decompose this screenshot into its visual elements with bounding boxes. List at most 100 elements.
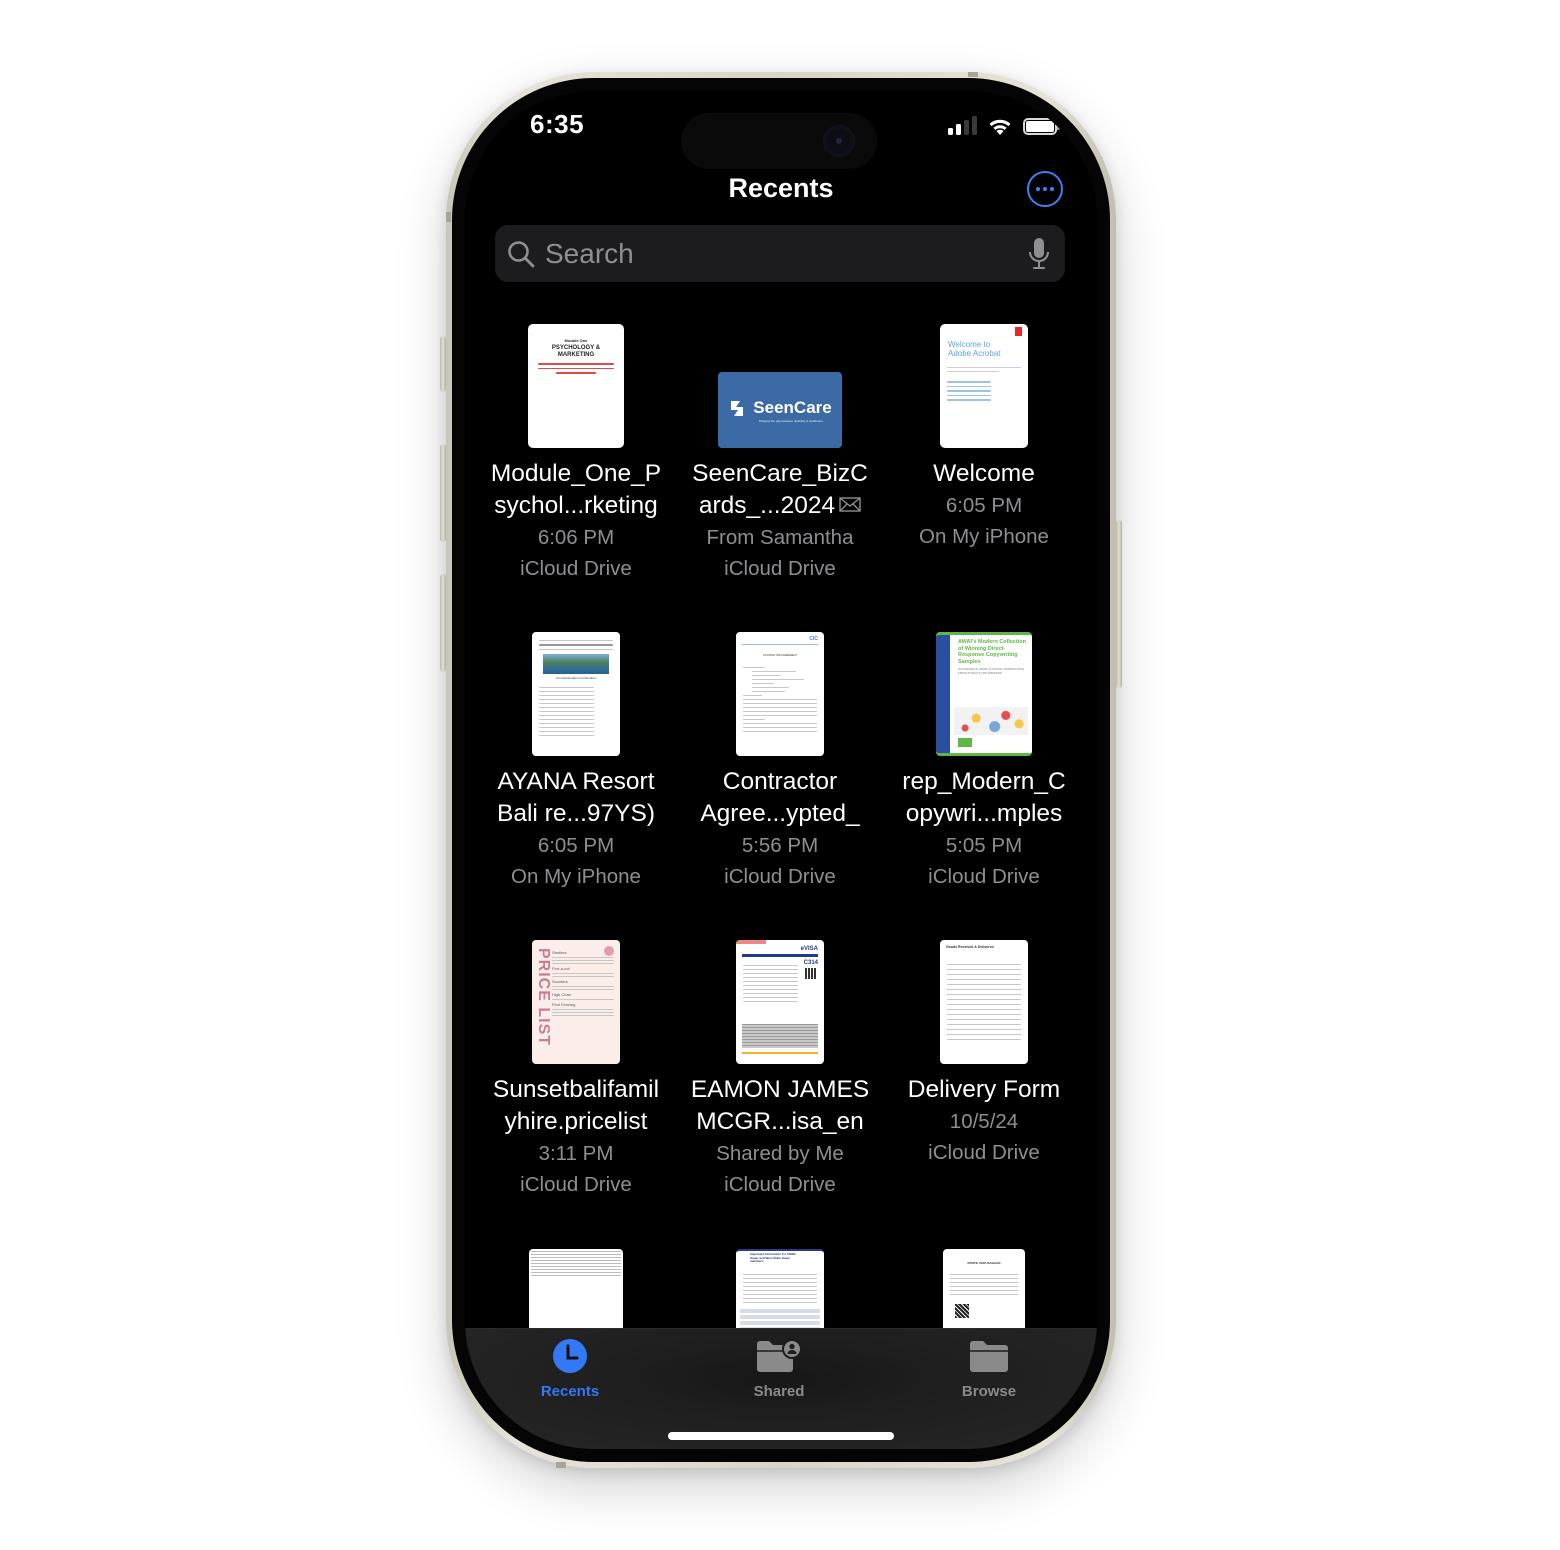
file-thumbnail: Your Reservation Confirmation bbox=[532, 632, 620, 756]
resort-photo bbox=[543, 654, 609, 674]
file-item[interactable]: Your Reservation Confirmation AYANA Reso… bbox=[474, 632, 678, 892]
file-location: iCloud Drive bbox=[928, 865, 1040, 888]
file-name: Module_One_P bbox=[490, 460, 662, 487]
thumb-title: AWAI's Modern Collection of Winning Dire… bbox=[958, 639, 1026, 665]
file-name: MCGR...isa_en bbox=[696, 1108, 864, 1135]
file-item[interactable]: Goods Received & Delivered Delivery Form… bbox=[882, 940, 1086, 1168]
thumb-illustration bbox=[954, 707, 1028, 735]
file-thumbnail: PRICE LIST Strollers Port-a-cot Scooters… bbox=[532, 940, 620, 1064]
tab-label: Recents bbox=[540, 1383, 600, 1400]
file-item[interactable]: AWAI's Modern Collection of Winning Dire… bbox=[882, 632, 1086, 892]
file-thumbnail: Goods Received & Delivered bbox=[940, 940, 1028, 1064]
file-name: sychol...rketing bbox=[494, 492, 658, 519]
thumb-tagline: Bridging the gap between disability & he… bbox=[758, 419, 824, 423]
screen: 6:35 Recents Search Module One PSYCHOLOG… bbox=[465, 91, 1097, 1449]
side-button bbox=[1116, 520, 1122, 688]
volume-up-button bbox=[440, 444, 446, 542]
thumb-title: Important information for CSOB Super and… bbox=[750, 1252, 796, 1263]
file-thumbnail: SeenCare Bridging the gap between disabi… bbox=[718, 372, 842, 448]
file-thumbnail: CIC CONTRACTOR AGREEMENT bbox=[736, 632, 824, 756]
recents-grid: Module One PSYCHOLOGY & MARKETING Module… bbox=[465, 91, 1097, 1449]
thumb-title: Welcome to Adobe Acrobat bbox=[948, 340, 1001, 358]
file-name: EAMON JAMES bbox=[690, 1076, 870, 1103]
tab-label: Shared bbox=[753, 1383, 805, 1400]
adobe-logo-icon bbox=[1015, 327, 1022, 336]
tab-recents[interactable]: Recents bbox=[510, 1339, 630, 1400]
tab-label: Browse bbox=[961, 1383, 1017, 1400]
file-name: opywri...mples bbox=[905, 800, 1063, 827]
qr-code bbox=[805, 968, 816, 979]
file-sender: From Samantha bbox=[706, 526, 854, 549]
file-thumbnail: AWAI's Modern Collection of Winning Dire… bbox=[936, 632, 1032, 756]
folder-icon bbox=[970, 1341, 1008, 1372]
file-sender: Shared by Me bbox=[716, 1142, 844, 1165]
thumb-subtitle: SUCCESSFUL PRINT & DIGITAL PROMOTIONS FR… bbox=[958, 667, 1025, 675]
thumb-section: Strollers bbox=[552, 950, 567, 955]
file-location: On My iPhone bbox=[919, 525, 1049, 548]
thumb-title: Your Reservation Confirmation bbox=[555, 676, 597, 680]
home-indicator[interactable] bbox=[668, 1432, 894, 1440]
file-item[interactable]: eVISA C314 EAMON JAMES MCGR...isa_en Sha… bbox=[678, 940, 882, 1200]
thumb-title: PROFIL PERUSAHAAN bbox=[967, 1261, 1001, 1265]
file-location: iCloud Drive bbox=[928, 1141, 1040, 1164]
file-date: 6:06 PM bbox=[537, 526, 615, 549]
thumb-section: Scooters bbox=[552, 979, 568, 984]
thumb-title: PRICE LIST bbox=[535, 948, 552, 1047]
thumb-section: High Chair bbox=[552, 992, 571, 997]
envelope-icon bbox=[839, 497, 861, 512]
action-button bbox=[440, 336, 446, 392]
file-location: iCloud Drive bbox=[724, 1173, 836, 1196]
file-location: iCloud Drive bbox=[724, 557, 836, 580]
file-name: Welcome bbox=[933, 460, 1035, 487]
antenna-band bbox=[446, 212, 451, 222]
file-thumbnail: eVISA C314 bbox=[736, 940, 824, 1064]
file-date: 6:05 PM bbox=[537, 834, 615, 857]
thumb-title: SeenCare bbox=[753, 398, 832, 417]
file-name: Delivery Form bbox=[907, 1076, 1061, 1103]
file-thumbnail: Module One PSYCHOLOGY & MARKETING bbox=[528, 324, 624, 448]
file-item[interactable]: SeenCare Bridging the gap between disabi… bbox=[678, 324, 882, 584]
file-name: Sunsetbalifamil bbox=[492, 1076, 660, 1103]
file-name: rep_Modern_C bbox=[902, 768, 1066, 795]
file-date: 6:05 PM bbox=[945, 494, 1023, 517]
antenna-band bbox=[968, 72, 978, 77]
shared-folder-icon bbox=[757, 1339, 802, 1372]
file-location: iCloud Drive bbox=[724, 865, 836, 888]
file-location: On My iPhone bbox=[511, 865, 641, 888]
thumb-title: CONTRACTOR AGREEMENT bbox=[763, 654, 797, 657]
file-name: SeenCare_BizC bbox=[692, 460, 868, 487]
thumb-title: PSYCHOLOGY & MARKETING bbox=[551, 345, 601, 358]
file-location: iCloud Drive bbox=[520, 1173, 632, 1196]
tab-shared[interactable]: Shared bbox=[719, 1339, 839, 1400]
file-name: Bali re...97YS) bbox=[497, 800, 655, 827]
tab-bar: Recents Shared Browse bbox=[465, 1328, 1097, 1449]
volume-down-button bbox=[440, 574, 446, 672]
seencare-logo-icon bbox=[731, 401, 744, 416]
file-name: yhire.pricelist bbox=[504, 1108, 648, 1135]
file-date: 3:11 PM bbox=[538, 1142, 614, 1165]
file-item[interactable]: Module One PSYCHOLOGY & MARKETING Module… bbox=[474, 324, 678, 584]
tab-browse[interactable]: Browse bbox=[929, 1339, 1049, 1400]
thumb-title: Goods Received & Delivered bbox=[946, 945, 994, 949]
thumb-title: eVISA bbox=[800, 946, 818, 952]
thumb-kicker: Module One bbox=[564, 338, 588, 343]
clock-icon bbox=[553, 1339, 587, 1373]
file-date: 5:56 PM bbox=[741, 834, 819, 857]
thumb-code: C314 bbox=[803, 960, 818, 966]
file-date: 10/5/24 bbox=[949, 1110, 1019, 1133]
file-name: AYANA Resort bbox=[497, 768, 655, 795]
thumb-section: Port-a-cot bbox=[552, 966, 570, 971]
file-item[interactable]: PRICE LIST Strollers Port-a-cot Scooters… bbox=[474, 940, 678, 1200]
file-location: iCloud Drive bbox=[520, 557, 632, 580]
file-thumbnail: Welcome to Adobe Acrobat bbox=[940, 324, 1028, 448]
thumb-section: Pool Fencing bbox=[552, 1002, 576, 1007]
file-item[interactable]: CIC CONTRACTOR AGREEMENT Contractor Agre… bbox=[678, 632, 882, 892]
file-name-row: ards_...2024 bbox=[678, 490, 882, 522]
qr-code bbox=[955, 1304, 969, 1318]
antenna-band bbox=[556, 1462, 566, 1468]
file-item[interactable]: Welcome to Adobe Acrobat Welcome 6:05 PM… bbox=[882, 324, 1086, 552]
file-date: 5:05 PM bbox=[945, 834, 1023, 857]
file-name: ards_...2024 bbox=[698, 492, 836, 519]
file-name: Contractor bbox=[722, 768, 838, 795]
file-name: Agree...ypted_ bbox=[700, 800, 860, 827]
